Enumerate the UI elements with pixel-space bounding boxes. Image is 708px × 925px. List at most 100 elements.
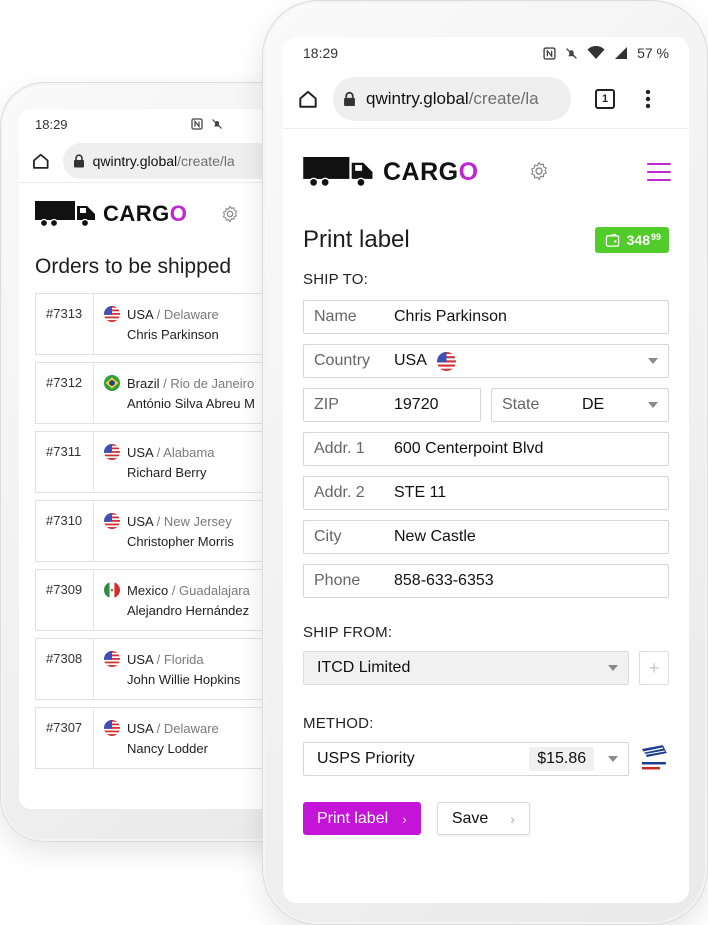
phone-field[interactable]: Phone 858-633-6353	[303, 564, 669, 598]
order-recipient: António Silva Abreu M	[127, 396, 255, 411]
front-phone-screen: 18:29 57 % qwintry.global/create/la 1 CA…	[283, 37, 689, 903]
overflow-menu-icon[interactable]	[645, 89, 651, 109]
order-country: USA	[127, 513, 154, 529]
cargo-logo: CARGO	[303, 157, 479, 187]
gear-icon[interactable]	[221, 205, 239, 223]
brazil-flag-icon	[104, 375, 120, 391]
field-value: 600 Centerpoint Blvd	[394, 440, 544, 457]
url-host: qwintry.global	[366, 88, 469, 108]
hamburger-menu-icon[interactable]	[647, 163, 671, 181]
order-recipient: Chris Parkinson	[127, 327, 219, 342]
gear-icon[interactable]	[529, 161, 549, 181]
app-header: CARGO	[283, 129, 689, 215]
method-label: METHOD:	[303, 715, 374, 732]
usa-flag-icon	[104, 513, 120, 529]
method-value: USPS Priority	[317, 750, 415, 767]
print-label-text: Print label	[317, 809, 389, 827]
field-label: Country	[314, 352, 371, 369]
address-field[interactable]: qwintry.global/create/la	[333, 76, 571, 121]
lock-icon	[73, 153, 84, 167]
nfc-icon	[543, 46, 556, 60]
browser-url-bar: qwintry.global/create/la 1	[283, 69, 689, 129]
battery-level: 57 %	[637, 45, 669, 61]
field-value: 19720	[394, 396, 439, 413]
home-icon[interactable]	[31, 151, 51, 171]
logo-text: CARG	[383, 157, 459, 186]
shipping-method-select[interactable]: USPS Priority $15.86	[303, 742, 630, 776]
order-number: #7312	[36, 363, 94, 423]
order-number: #7311	[36, 432, 94, 492]
url-path: /create/la	[177, 152, 235, 169]
chevron-down-icon	[608, 756, 619, 762]
chevron-down-icon	[608, 665, 619, 671]
logo-pin-o: O	[169, 201, 188, 226]
order-country: Brazil	[127, 375, 160, 391]
chevron-right-icon: ›	[402, 810, 407, 827]
field-label: State	[502, 396, 540, 413]
address2-field[interactable]: Addr. 2 STE 11	[303, 476, 669, 510]
field-label: Addr. 2	[314, 484, 365, 501]
state-select[interactable]: State DE	[491, 388, 669, 422]
order-number: #7307	[36, 708, 94, 768]
front-phone-frame: 18:29 57 % qwintry.global/create/la 1 CA…	[262, 0, 708, 925]
logo-text: CARG	[103, 201, 170, 226]
usa-flag-icon	[436, 351, 456, 371]
status-bar: 18:29 57 %	[283, 37, 689, 69]
field-value: New Castle	[394, 528, 476, 545]
order-country: USA	[127, 651, 154, 667]
order-country: USA	[127, 444, 154, 460]
balance-cents: 99	[650, 232, 661, 242]
order-number: #7309	[36, 570, 94, 630]
order-recipient: John Willie Hopkins	[127, 672, 241, 687]
city-field[interactable]: City New Castle	[303, 520, 669, 554]
ship-from-select[interactable]: ITCD Limited	[303, 651, 630, 685]
lock-icon	[344, 91, 355, 106]
order-recipient: Christopher Morris	[127, 534, 234, 549]
logo-pin-o: O	[458, 157, 479, 186]
status-time: 18:29	[303, 45, 339, 61]
status-time: 18:29	[35, 116, 68, 132]
field-label: Phone	[314, 572, 361, 589]
method-price: $15.86	[529, 747, 595, 771]
print-label-button[interactable]: Print label ›	[303, 802, 421, 835]
order-recipient: Nancy Lodder	[127, 741, 208, 756]
tab-count: 1	[601, 92, 609, 105]
wallet-icon	[605, 233, 619, 247]
order-region: / Florida	[156, 651, 204, 667]
order-country: USA	[127, 720, 154, 736]
usa-flag-icon	[104, 444, 120, 460]
order-recipient: Alejandro Hernández	[127, 603, 250, 618]
field-value: Chris Parkinson	[394, 308, 507, 325]
order-region: / Rio de Janeiro	[163, 375, 255, 391]
balance-badge: 34899	[594, 227, 669, 253]
tab-switcher-button[interactable]: 1	[595, 88, 615, 109]
usa-flag-icon	[104, 720, 120, 736]
plus-icon: +	[648, 657, 660, 678]
home-icon[interactable]	[297, 88, 319, 110]
order-country: Mexico	[127, 582, 169, 598]
usps-priority-icon	[642, 745, 668, 770]
ship-from-label: SHIP FROM:	[303, 624, 393, 641]
url-host: qwintry.global	[92, 152, 178, 169]
name-field[interactable]: Name Chris Parkinson	[303, 300, 669, 334]
address1-field[interactable]: Addr. 1 600 Centerpoint Blvd	[303, 432, 669, 466]
url-path: /create/la	[468, 88, 539, 108]
field-label: Addr. 1	[314, 440, 365, 457]
nfc-icon	[191, 118, 203, 130]
order-number: #7313	[36, 294, 94, 354]
field-value: STE 11	[394, 484, 447, 501]
add-sender-button[interactable]: +	[639, 651, 669, 685]
field-value: DE	[582, 396, 605, 413]
order-number: #7308	[36, 639, 94, 699]
save-button[interactable]: Save ›	[436, 802, 530, 835]
wifi-icon	[587, 46, 605, 59]
field-value: USA	[394, 352, 427, 369]
order-region: / Delaware	[156, 720, 219, 736]
ship-to-label: SHIP TO:	[303, 271, 368, 288]
order-country: USA	[127, 306, 154, 322]
field-label: ZIP	[314, 396, 339, 413]
mexico-flag-icon	[104, 582, 120, 598]
order-region: / New Jersey	[156, 513, 232, 529]
zip-field[interactable]: ZIP 19720	[303, 388, 481, 422]
country-select[interactable]: Country USA	[303, 344, 669, 378]
